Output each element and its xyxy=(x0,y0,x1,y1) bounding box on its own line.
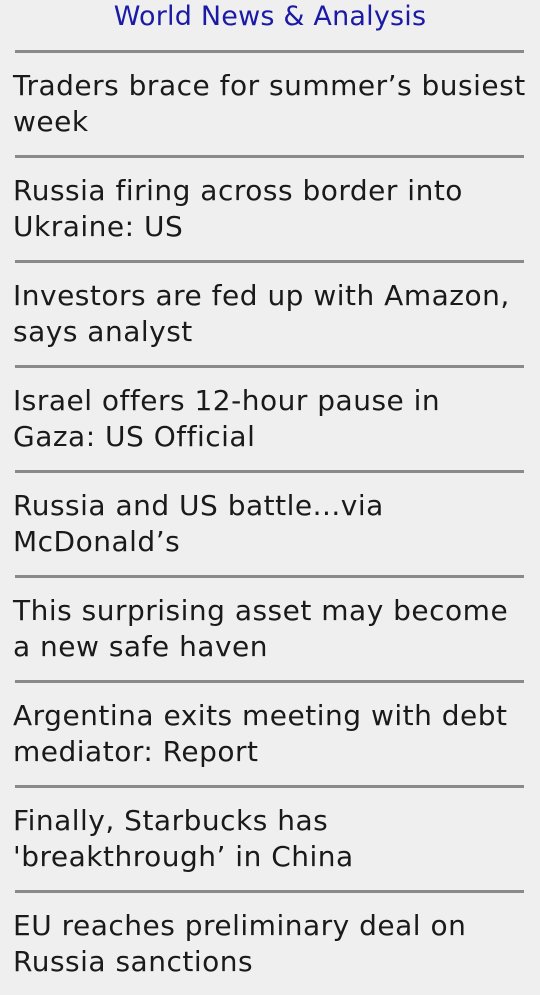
list-item[interactable]: Israel offers 12-hour pause in Gaza: US … xyxy=(0,365,540,470)
list-item[interactable]: Traders brace for summer’s busiest week xyxy=(0,50,540,155)
divider xyxy=(15,785,524,788)
divider xyxy=(15,155,524,158)
list-item[interactable]: EU reaches preliminary deal on Russia sa… xyxy=(0,890,540,995)
list-item[interactable]: Finally, Starbucks has 'breakthrough’ in… xyxy=(0,785,540,890)
news-list: Traders brace for summer’s busiest week … xyxy=(0,50,540,995)
divider xyxy=(15,365,524,368)
list-item[interactable]: Argentina exits meeting with debt mediat… xyxy=(0,680,540,785)
headline-text: Israel offers 12-hour pause in Gaza: US … xyxy=(13,384,441,453)
divider xyxy=(15,890,524,893)
headline-text: EU reaches preliminary deal on Russia sa… xyxy=(13,909,467,978)
headline-text: Traders brace for summer’s busiest week xyxy=(13,69,526,138)
headline-text: Russia and US battle...via McDonald’s xyxy=(13,489,384,558)
list-item[interactable]: Investors are fed up with Amazon, says a… xyxy=(0,260,540,365)
headline-text: Argentina exits meeting with debt mediat… xyxy=(13,699,508,768)
headline-text: This surprising asset may become a new s… xyxy=(13,594,509,663)
headline-text: Finally, Starbucks has 'breakthrough’ in… xyxy=(13,804,354,873)
divider xyxy=(15,575,524,578)
list-item[interactable]: Russia firing across border into Ukraine… xyxy=(0,155,540,260)
divider xyxy=(15,50,524,53)
page-title: World News & Analysis xyxy=(113,1,427,32)
divider xyxy=(15,260,524,263)
headline-text: Russia firing across border into Ukraine… xyxy=(13,174,463,243)
headline-text: Investors are fed up with Amazon, says a… xyxy=(13,279,510,348)
list-item[interactable]: Russia and US battle...via McDonald’s xyxy=(0,470,540,575)
divider xyxy=(15,680,524,683)
divider xyxy=(15,470,524,473)
list-item[interactable]: This surprising asset may become a new s… xyxy=(0,575,540,680)
